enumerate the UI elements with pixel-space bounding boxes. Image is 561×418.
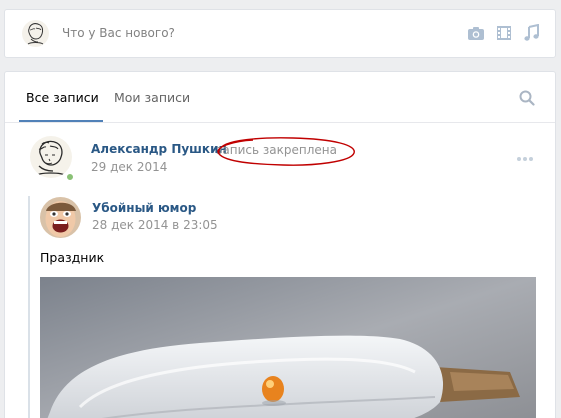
repost-date[interactable]: 28 дек 2014 в 23:05 (92, 218, 218, 232)
repost-divider (28, 196, 30, 418)
post-date[interactable]: 29 дек 2014 (91, 160, 167, 174)
camera-icon[interactable] (467, 24, 485, 42)
wall-feed: Все записи Мои записи Александр Пушкин з… (4, 71, 556, 418)
post-composer[interactable]: Что у Вас нового? (4, 9, 556, 58)
tab-all-posts[interactable]: Все записи (26, 90, 99, 105)
post-author-name[interactable]: Александр Пушкин (91, 142, 227, 156)
wall-tabs: Все записи Мои записи (5, 72, 555, 123)
tab-my-posts[interactable]: Мои записи (114, 90, 190, 105)
red-annotation-oval (217, 137, 355, 166)
post-text: Праздник (40, 250, 105, 265)
online-indicator (65, 172, 75, 182)
user-avatar[interactable] (22, 20, 49, 47)
active-tab-indicator (19, 120, 103, 122)
music-icon[interactable] (523, 23, 541, 42)
composer-placeholder[interactable]: Что у Вас нового? (62, 26, 175, 40)
search-icon[interactable] (519, 90, 535, 106)
repost-source-name[interactable]: Убойный юмор (92, 201, 196, 215)
author-avatar[interactable] (30, 136, 72, 178)
video-icon[interactable] (495, 24, 513, 42)
post-photo[interactable] (40, 277, 536, 418)
repost-source-avatar[interactable] (40, 197, 81, 238)
more-options-icon[interactable] (516, 147, 534, 161)
